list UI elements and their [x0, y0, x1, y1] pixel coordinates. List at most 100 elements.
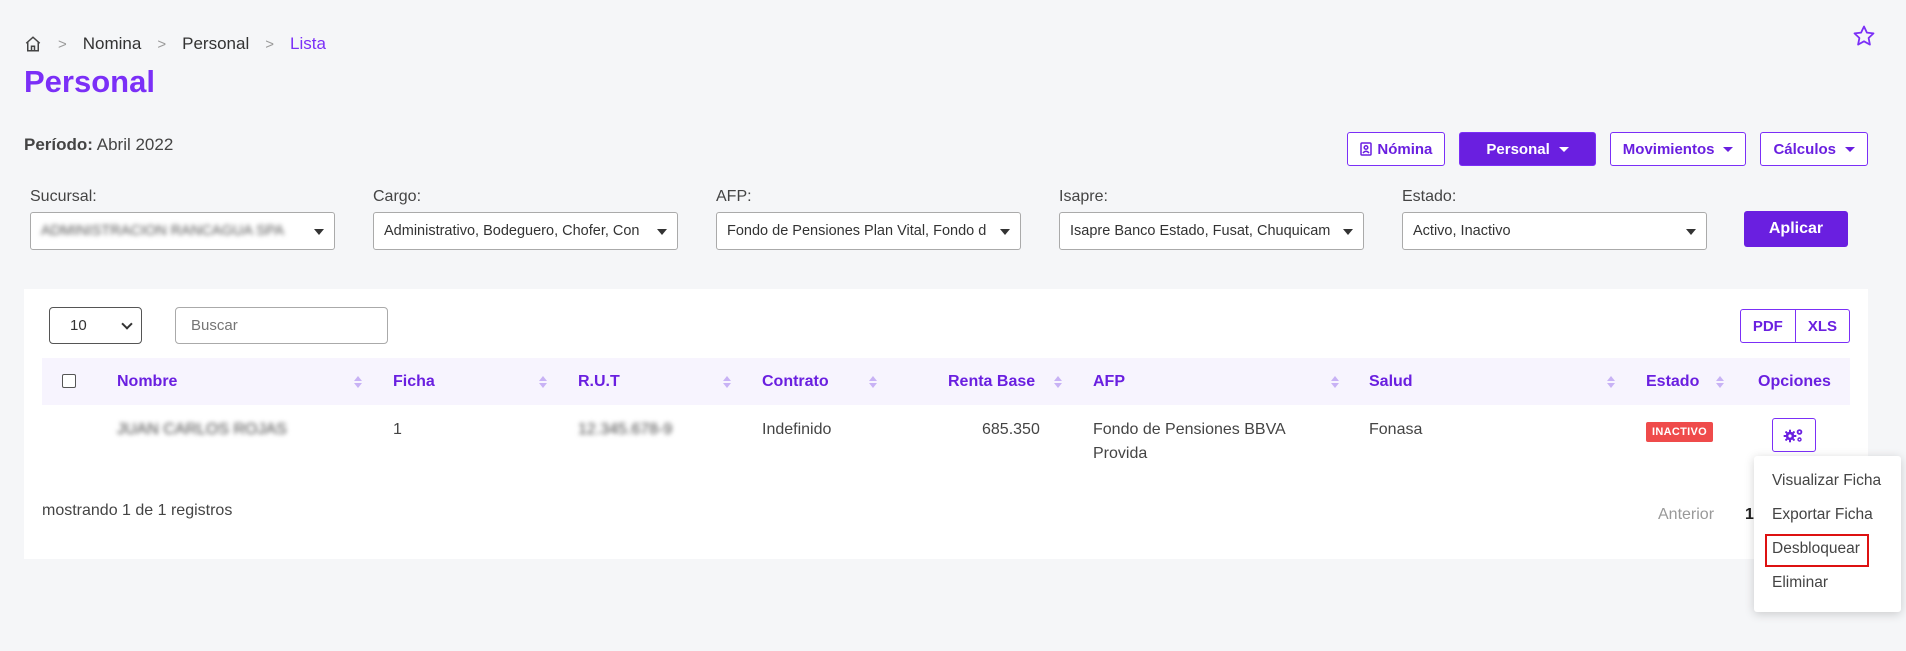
breadcrumb-lista: Lista [290, 34, 326, 53]
afp-select[interactable]: Fondo de Pensiones Plan Vital, Fondo d [716, 212, 1021, 250]
caret-down-icon [1723, 146, 1734, 152]
estado-label: Estado: [1402, 188, 1457, 205]
sort-icon[interactable] [869, 376, 877, 389]
breadcrumb-separator: > [58, 35, 67, 53]
document-icon [1360, 142, 1373, 156]
cell-rut: 12.345.678-9 [578, 421, 673, 438]
highlight-box [1765, 534, 1869, 567]
afp-value: Fondo de Pensiones Plan Vital, Fondo d [727, 223, 987, 239]
calculos-button-label: Cálculos [1773, 140, 1836, 158]
per-page-select[interactable]: 10 [49, 307, 142, 344]
options-button[interactable] [1772, 418, 1816, 452]
sucursal-label: Sucursal: [30, 188, 97, 205]
filter-isapre: Isapre: Isapre Banco Estado, Fusat, Chuq… [1059, 188, 1364, 250]
cell-renta-base: 685.350 [982, 421, 1040, 438]
column-renta-base[interactable]: Renta Base [948, 358, 1035, 405]
pagination-page[interactable]: 1 [1745, 506, 1754, 524]
movimientos-button[interactable]: Movimientos [1609, 132, 1747, 166]
estado-value: Activo, Inactivo [1413, 223, 1511, 239]
column-estado[interactable]: Estado [1646, 358, 1699, 405]
pagination-previous[interactable]: Anterior [1658, 506, 1714, 524]
column-label: AFP [1093, 372, 1125, 390]
pdf-button[interactable]: PDF [1739, 309, 1796, 343]
sort-icon[interactable] [1054, 376, 1062, 389]
cargo-select[interactable]: Administrativo, Bodeguero, Chofer, Con [373, 212, 678, 250]
filters: Sucursal: ADMINISTRACION RANCAGUA SPA Ca… [30, 188, 1707, 250]
sort-icon[interactable] [1331, 376, 1339, 389]
nomina-button-label: Nómina [1377, 140, 1433, 158]
periodo: Período: Abril 2022 [24, 135, 173, 155]
sort-icon[interactable] [1607, 376, 1615, 389]
cell-contrato: Indefinido [762, 421, 832, 438]
breadcrumb-separator: > [265, 35, 274, 53]
breadcrumb-separator: > [157, 35, 167, 53]
cell-ficha: 1 [393, 421, 402, 438]
calculos-button[interactable]: Cálculos [1760, 132, 1868, 166]
column-label: Ficha [393, 372, 435, 390]
cell-afp: Fondo de Pensiones BBVA [1093, 421, 1286, 438]
search-input[interactable] [175, 307, 388, 344]
column-nombre[interactable]: Nombre [117, 358, 177, 405]
sort-icon[interactable] [1716, 376, 1724, 389]
isapre-label: Isapre: [1059, 188, 1108, 205]
table-card: 10 PDF XLS Nombre Ficha R.U.T Contrato R… [24, 289, 1868, 559]
sort-icon[interactable] [539, 376, 547, 389]
menu-item-exportar-ficha[interactable]: Exportar Ficha [1772, 506, 1873, 524]
toolbar: Nómina Personal Movimientos Cálculos [1347, 132, 1868, 166]
xls-button[interactable]: XLS [1795, 309, 1850, 343]
home-icon[interactable] [24, 35, 42, 53]
caret-down-icon [1000, 229, 1010, 235]
column-contrato[interactable]: Contrato [762, 358, 829, 405]
breadcrumb-personal[interactable]: Personal [182, 34, 249, 54]
export-buttons: PDF XLS [1739, 309, 1850, 343]
menu-item-eliminar[interactable]: Eliminar [1772, 574, 1828, 592]
caret-down-icon [1845, 146, 1855, 152]
movimientos-button-label: Movimientos [1622, 140, 1715, 158]
personal-button-label: Personal [1486, 140, 1550, 158]
isapre-select[interactable]: Isapre Banco Estado, Fusat, Chuquicam [1059, 212, 1364, 250]
column-label: Opciones [1758, 372, 1831, 390]
breadcrumb-nomina[interactable]: Nomina [83, 34, 142, 54]
isapre-value: Isapre Banco Estado, Fusat, Chuquicam [1070, 223, 1331, 239]
sort-icon[interactable] [723, 376, 731, 389]
caret-down-icon [657, 229, 667, 235]
column-label: Renta Base [948, 372, 1036, 390]
column-opciones: Opciones [1758, 358, 1831, 405]
column-afp[interactable]: AFP [1093, 358, 1125, 405]
column-label: R.U.T [578, 372, 620, 390]
cell-afp-line2: Provida [1093, 445, 1148, 462]
caret-down-icon [1343, 229, 1353, 235]
column-rut[interactable]: R.U.T [578, 358, 620, 405]
aplicar-button[interactable]: Aplicar [1744, 211, 1848, 247]
cargo-value: Administrativo, Bodeguero, Chofer, Con [384, 223, 640, 239]
sort-icon[interactable] [354, 376, 362, 389]
select-all-checkbox[interactable] [62, 374, 76, 388]
page-title: Personal [24, 64, 155, 99]
column-salud[interactable]: Salud [1369, 358, 1413, 405]
records-info: mostrando 1 de 1 registros [42, 502, 233, 519]
filter-cargo: Cargo: Administrativo, Bodeguero, Chofer… [373, 188, 678, 250]
status-badge: INACTIVO [1646, 422, 1713, 442]
caret-down-icon [1558, 146, 1569, 152]
personal-button[interactable]: Personal [1459, 132, 1596, 166]
afp-label: AFP: [716, 188, 752, 205]
table-header: Nombre Ficha R.U.T Contrato Renta Base A… [42, 358, 1850, 405]
column-label: Nombre [117, 372, 178, 390]
cell-nombre: JUAN CARLOS ROJAS [117, 421, 287, 438]
filter-sucursal: Sucursal: ADMINISTRACION RANCAGUA SPA [30, 188, 335, 250]
estado-select[interactable]: Activo, Inactivo [1402, 212, 1707, 250]
gears-icon [1783, 429, 1803, 443]
nomina-button[interactable]: Nómina [1347, 132, 1446, 166]
periodo-label: Período: [24, 135, 93, 154]
star-icon[interactable] [1852, 24, 1876, 48]
caret-down-icon [1686, 229, 1696, 235]
periodo-value: Abril 2022 [96, 135, 174, 154]
sucursal-value: ADMINISTRACION RANCAGUA SPA [41, 223, 285, 239]
breadcrumb: > Nomina > Personal > Lista [24, 34, 326, 54]
menu-item-visualizar-ficha[interactable]: Visualizar Ficha [1772, 472, 1881, 490]
column-label: Salud [1369, 372, 1413, 390]
per-page-value: 10 [70, 317, 87, 334]
column-ficha[interactable]: Ficha [393, 358, 435, 405]
sucursal-select[interactable]: ADMINISTRACION RANCAGUA SPA [30, 212, 335, 250]
column-label: Contrato [762, 372, 829, 390]
